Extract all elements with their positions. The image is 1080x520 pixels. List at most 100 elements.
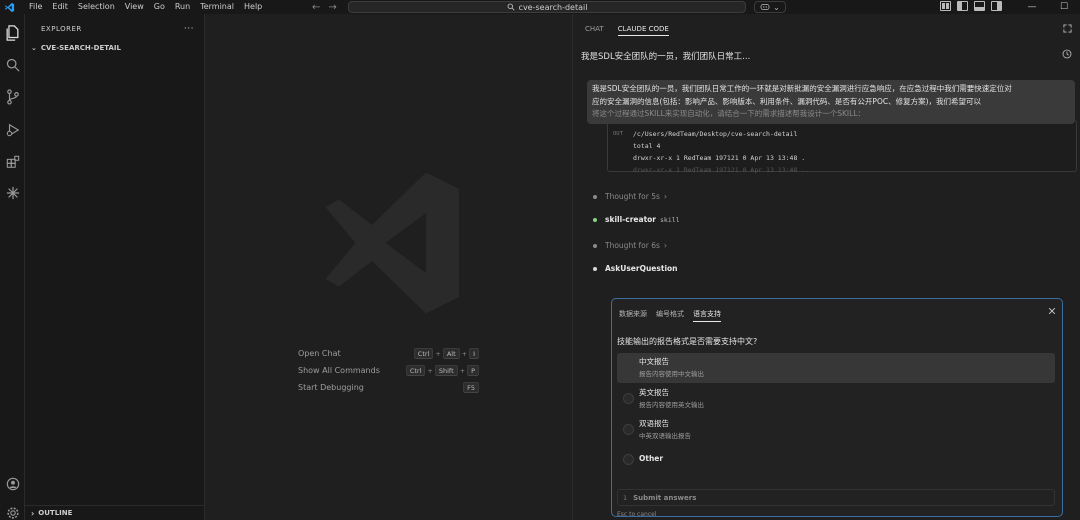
submit-answers-button[interactable]: 1 Submit answers bbox=[617, 489, 1055, 506]
settings-icon[interactable] bbox=[4, 504, 21, 520]
maximize-window-icon[interactable]: ☐ bbox=[1048, 0, 1080, 14]
terminal-line: total 4 bbox=[633, 142, 661, 150]
shortcut-hints: Open Chat Ctrl + Alt + I Show All Commands… bbox=[298, 345, 479, 396]
history-icon[interactable] bbox=[1062, 49, 1072, 62]
timeline-dot bbox=[593, 217, 597, 222]
toggle-primary-sidebar-icon[interactable] bbox=[957, 1, 968, 11]
user-message-line: 我是SDL安全团队的一员，我们团队日常工作的一环就是对新批漏的安全漏洞进行应急响… bbox=[592, 84, 1012, 93]
source-control-icon[interactable] bbox=[4, 88, 21, 105]
vscode-watermark-icon bbox=[318, 158, 468, 331]
search-icon[interactable] bbox=[4, 56, 21, 73]
claude-code-panel: CHAT CLAUDE CODE 我是SDL安全团队的一员，我们团队日常工...… bbox=[572, 14, 1080, 520]
option-title: 英文报告 bbox=[639, 388, 669, 397]
thought-item[interactable]: Thought for 6s › bbox=[593, 241, 667, 250]
extensions-icon[interactable] bbox=[4, 153, 21, 170]
tab-chat[interactable]: CHAT bbox=[585, 25, 604, 36]
activity-bar bbox=[0, 14, 25, 520]
tab-data-source[interactable]: 数据来源 bbox=[619, 309, 647, 322]
tab-id-format[interactable]: 编号格式 bbox=[656, 309, 684, 322]
folder-name: CVE-SEARCH-DETAIL bbox=[40, 44, 121, 52]
submit-label: Submit answers bbox=[633, 493, 697, 502]
key: Shift bbox=[434, 365, 458, 376]
question-title: 技能输出的报告格式是否需要支持中文? bbox=[617, 337, 758, 346]
option-other[interactable]: Other bbox=[617, 445, 1055, 475]
toggle-secondary-sidebar-icon[interactable] bbox=[991, 1, 1002, 11]
skill-name: skill-creator bbox=[605, 215, 657, 224]
close-icon[interactable] bbox=[1048, 307, 1056, 318]
claude-icon[interactable] bbox=[4, 184, 21, 201]
menu-terminal[interactable]: Terminal bbox=[195, 0, 239, 14]
terminal-output-block: OUT /c/Users/RedTeam/Desktop/cve-search-… bbox=[607, 120, 1077, 174]
key: I bbox=[469, 348, 479, 359]
output-label: OUT bbox=[613, 131, 623, 137]
menu-view[interactable]: View bbox=[120, 0, 149, 14]
chevron-right-icon: › bbox=[663, 241, 668, 250]
chevron-down-icon: ⌄ bbox=[31, 44, 37, 52]
chevron-down-icon: ⌄ bbox=[773, 2, 780, 12]
terminal-line: /c/Users/RedTeam/Desktop/cve-search-deta… bbox=[633, 130, 798, 138]
option-english-report[interactable]: 英文报告 报告内容使用英文输出 bbox=[617, 384, 1055, 414]
outline-label: OUTLINE bbox=[38, 509, 73, 517]
ask-question-item: AskUserQuestion bbox=[593, 264, 678, 273]
outline-section[interactable]: › OUTLINE bbox=[25, 505, 205, 520]
option-title: Other bbox=[639, 454, 664, 463]
toggle-panel-icon[interactable] bbox=[974, 1, 985, 11]
user-message-line: 应的安全漏洞的信息(包括：影响产品、影响版本、利用条件、漏洞代码、是否有公开PO… bbox=[592, 96, 982, 106]
account-icon[interactable] bbox=[4, 475, 21, 492]
run-debug-icon[interactable] bbox=[4, 121, 21, 138]
menu-bar: File Edit Selection View Go Run Terminal… bbox=[24, 0, 267, 14]
skill-tag: skill bbox=[660, 215, 680, 224]
user-message-line: 将这个过程通过SKILL来实现自动化，请结合一下的需求描述帮我设计一个SKILL… bbox=[592, 109, 865, 118]
layout-custom-icon[interactable] bbox=[940, 1, 951, 11]
radio-button[interactable] bbox=[623, 393, 634, 404]
forward-arrow-icon[interactable]: → bbox=[328, 2, 336, 13]
option-desc: 报告内容使用英文输出 bbox=[639, 401, 704, 409]
folder-header[interactable]: ⌄ CVE-SEARCH-DETAIL bbox=[25, 43, 121, 53]
timeline-dot bbox=[593, 266, 597, 271]
sidebar-title: EXPLORER bbox=[41, 25, 82, 33]
tab-claude-code[interactable]: CLAUDE CODE bbox=[617, 25, 669, 36]
shortcut-label: Show All Commands bbox=[298, 366, 380, 375]
key: Ctrl bbox=[405, 365, 426, 376]
sidebar-header: EXPLORER ··· bbox=[25, 14, 204, 44]
key: F5 bbox=[463, 382, 479, 393]
radio-button[interactable] bbox=[623, 424, 634, 435]
terminal-line: drwxr-xr-x 1 RedTeam 197121 0 Apr 13 13:… bbox=[633, 166, 810, 174]
more-actions-icon[interactable]: ··· bbox=[184, 24, 194, 34]
radio-button[interactable] bbox=[623, 454, 634, 465]
explorer-sidebar: EXPLORER ··· ⌄ CVE-SEARCH-DETAIL › OUTLI… bbox=[25, 14, 205, 520]
menu-go[interactable]: Go bbox=[149, 0, 170, 14]
option-desc: 中英双语输出报告 bbox=[639, 432, 691, 440]
vscode-logo-icon bbox=[2, 0, 16, 14]
key: Ctrl bbox=[413, 348, 434, 359]
option-bilingual-report[interactable]: 双语报告 中英双语输出报告 bbox=[617, 415, 1055, 445]
menu-edit[interactable]: Edit bbox=[47, 0, 73, 14]
thought-label: Thought for 6s bbox=[605, 241, 660, 250]
menu-run[interactable]: Run bbox=[170, 0, 195, 14]
explorer-icon[interactable] bbox=[4, 24, 21, 41]
minimize-icon[interactable]: — bbox=[1016, 0, 1048, 14]
option-desc: 报告内容使用中文输出 bbox=[639, 370, 704, 378]
menu-selection[interactable]: Selection bbox=[73, 0, 120, 14]
option-chinese-report[interactable]: 中文报告 报告内容使用中文输出 bbox=[617, 353, 1055, 383]
shortcut-label: Open Chat bbox=[298, 349, 341, 358]
tab-language-support[interactable]: 语言支持 bbox=[693, 309, 721, 322]
thought-label: Thought for 5s bbox=[605, 192, 660, 201]
timeline-dot bbox=[593, 243, 597, 248]
question-tabs: 数据来源 编号格式 语言支持 bbox=[619, 309, 721, 322]
copilot-icon bbox=[760, 4, 770, 10]
back-arrow-icon[interactable]: ← bbox=[312, 2, 320, 13]
timeline-dot bbox=[593, 194, 597, 199]
thought-item[interactable]: Thought for 5s › bbox=[593, 192, 667, 201]
maximize-panel-icon[interactable] bbox=[1063, 24, 1072, 36]
chevron-right-icon: › bbox=[663, 192, 668, 201]
ask-question-label: AskUserQuestion bbox=[605, 264, 678, 273]
menu-help[interactable]: Help bbox=[239, 0, 267, 14]
esc-hint: Esc to cancel bbox=[617, 511, 657, 518]
menu-file[interactable]: File bbox=[24, 0, 47, 14]
shortcut-open-chat: Open Chat Ctrl + Alt + I bbox=[298, 345, 479, 362]
session-title: 我是SDL安全团队的一员，我们团队日常工... bbox=[581, 52, 751, 62]
command-center-search[interactable]: cve-search-detail bbox=[348, 1, 746, 13]
skill-item: skill-creator skill bbox=[593, 215, 680, 224]
copilot-button[interactable]: ⌄ bbox=[754, 1, 786, 13]
